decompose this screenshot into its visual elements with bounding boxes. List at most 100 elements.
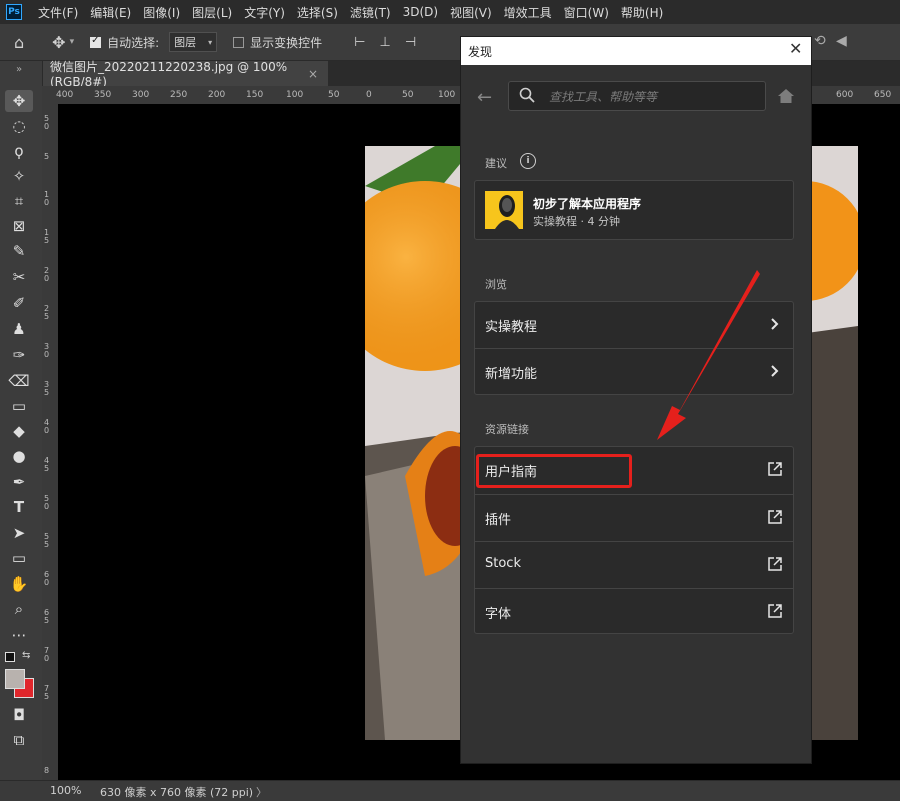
move-tool-icon[interactable]: ✥ (0, 92, 38, 110)
type-tool-icon[interactable]: T (0, 498, 38, 516)
healing-brush-tool-icon[interactable]: ✂ (0, 268, 38, 286)
align-center-icon[interactable]: ⊥ (379, 35, 390, 50)
path-selection-tool-icon[interactable]: ➤ (0, 524, 38, 542)
home-icon[interactable]: ⌂ (14, 33, 24, 52)
info-icon[interactable]: i (520, 153, 536, 169)
browse-item-new-features[interactable]: 新增功能 (475, 348, 793, 394)
magic-wand-tool-icon[interactable]: ✧ (0, 167, 38, 185)
browse-item-label: 新增功能 (485, 367, 538, 382)
pen-tool-icon[interactable]: ✒ (0, 473, 38, 491)
ruler-tick: 600 (836, 90, 854, 100)
resource-item-stock[interactable]: Stock (475, 541, 793, 587)
zoom-level[interactable]: 100% (50, 784, 81, 797)
status-bar: 100% 630 像素 x 760 像素 (72 ppi) 〉 (0, 780, 900, 801)
ruler-tick: 5 (44, 464, 50, 473)
menu-window[interactable]: 窗口(W) (558, 4, 615, 21)
move-tool-icon[interactable]: ✥ (52, 33, 65, 52)
browse-item-tutorials[interactable]: 实操教程 (475, 302, 793, 348)
lasso-tool-icon[interactable]: ϙ (0, 142, 38, 160)
menu-help[interactable]: 帮助(H) (615, 4, 669, 21)
discover-search-box[interactable] (508, 81, 766, 111)
swap-colors-icon[interactable]: ⇆ (22, 650, 30, 661)
discover-search-input[interactable] (547, 86, 761, 108)
menu-plugins[interactable]: 增效工具 (498, 4, 558, 21)
ruler-tick: 50 (402, 90, 414, 100)
ruler-tick: 350 (94, 90, 112, 100)
crop-tool-icon[interactable]: ⌗ (0, 192, 38, 210)
menu-edit[interactable]: 编辑(E) (84, 4, 137, 21)
resource-item-label: 字体 (485, 607, 512, 622)
auto-select-checkbox[interactable] (90, 35, 102, 48)
menu-select[interactable]: 选择(S) (291, 4, 344, 21)
eyedropper-tool-icon[interactable]: ✎ (0, 242, 38, 260)
photoshop-logo-icon[interactable]: Ps (6, 4, 22, 20)
document-size: 630 像素 x 760 像素 (72 ppi) (100, 786, 254, 799)
ruler-tick: 5 (44, 152, 50, 161)
rectangle-tool-icon[interactable]: ▭ (0, 549, 38, 567)
brush-tool-icon[interactable]: ✐ (0, 294, 38, 312)
quick-mask-icon[interactable]: ◘ (0, 706, 38, 724)
zoom-tool-icon[interactable]: ⌕ (0, 600, 38, 618)
show-transform-checkbox[interactable] (233, 36, 245, 48)
discover-panel-header: 发现 ✕ (461, 37, 811, 65)
menu-image[interactable]: 图像(I) (137, 4, 186, 21)
ruler-vertical: 5 0 5 1 0 1 5 2 0 2 5 3 0 3 5 4 0 4 5 5 … (42, 104, 58, 780)
ruler-tick: 300 (132, 90, 150, 100)
align-right-icon[interactable]: ⊣ (405, 35, 416, 50)
blur-tool-icon[interactable]: ◆ (0, 422, 38, 440)
close-icon[interactable]: × (308, 67, 318, 81)
auto-select-target-dropdown[interactable]: 图层 ▾ (169, 32, 218, 52)
ruler-tick: 0 (366, 90, 372, 100)
chevron-down-icon: ▾ (208, 37, 213, 47)
ruler-tick: 100 (438, 90, 456, 100)
3d-orbit-icon[interactable]: ⟲ (814, 33, 826, 49)
back-arrow-icon[interactable]: ← (477, 87, 492, 108)
chevron-right-icon (771, 318, 779, 330)
frame-tool-icon[interactable]: ⊠ (0, 217, 38, 235)
status-menu-chevron-icon[interactable]: 〉 (256, 784, 267, 800)
ruler-tick: 50 (328, 90, 340, 100)
auto-select-target-value: 图层 (174, 36, 197, 49)
tutorial-meta: 实操教程 · 4 分钟 (533, 215, 620, 228)
ruler-tick: 0 (44, 578, 50, 587)
chevron-right-icon (771, 365, 779, 377)
hand-tool-icon[interactable]: ✋ (0, 575, 38, 593)
close-icon[interactable]: ✕ (789, 39, 802, 58)
ruler-tick: 0 (44, 426, 50, 435)
chevron-down-icon[interactable]: ▾ (70, 37, 75, 47)
menu-view[interactable]: 视图(V) (444, 4, 498, 21)
screen-mode-icon[interactable]: ⧉ (0, 731, 38, 749)
document-tab[interactable]: 微信图片_20220211220238.jpg @ 100%(RGB/8#) × (42, 60, 328, 89)
menu-layer[interactable]: 图层(L) (186, 4, 238, 21)
dodge-tool-icon[interactable]: ● (0, 447, 38, 465)
suggested-tutorial-card[interactable]: 初步了解本应用程序 实操教程 · 4 分钟 (474, 180, 794, 240)
ruler-tick: 5 (44, 388, 50, 397)
3d-pan-icon[interactable]: ◀ (836, 33, 847, 49)
eraser-tool-icon[interactable]: ⌫ (0, 372, 38, 390)
menu-file[interactable]: 文件(F) (32, 4, 84, 21)
discover-panel-title: 发现 (468, 45, 493, 59)
default-colors-icon[interactable] (5, 652, 15, 662)
show-transform-label: 显示变换控件 (250, 35, 323, 50)
panel-collapse-icon[interactable]: » (0, 61, 38, 79)
stamp-tool-icon[interactable]: ♟ (0, 320, 38, 338)
ruler-tick: 0 (44, 122, 50, 131)
menu-filter[interactable]: 滤镜(T) (344, 4, 397, 21)
ruler-tick: 0 (44, 502, 50, 511)
align-left-icon[interactable]: ⊢ (354, 35, 365, 50)
menu-3d[interactable]: 3D(D) (397, 5, 444, 19)
home-icon[interactable] (777, 87, 795, 105)
resource-item-plugins[interactable]: 插件 (475, 494, 793, 540)
foreground-color-swatch[interactable] (5, 669, 25, 689)
resource-item-fonts[interactable]: 字体 (475, 588, 793, 634)
menu-type[interactable]: 文字(Y) (238, 4, 291, 21)
marquee-tool-icon[interactable]: ◌ (0, 117, 38, 135)
ruler-tick: 200 (208, 90, 226, 100)
more-tools-icon[interactable]: ⋯ (0, 626, 38, 644)
external-link-icon (768, 462, 782, 476)
history-brush-tool-icon[interactable]: ✑ (0, 346, 38, 364)
ruler-tick: 0 (44, 654, 50, 663)
gradient-tool-icon[interactable]: ▭ (0, 397, 38, 415)
suggestions-label: 建议 (485, 157, 507, 170)
ruler-tick: 5 (44, 692, 50, 701)
